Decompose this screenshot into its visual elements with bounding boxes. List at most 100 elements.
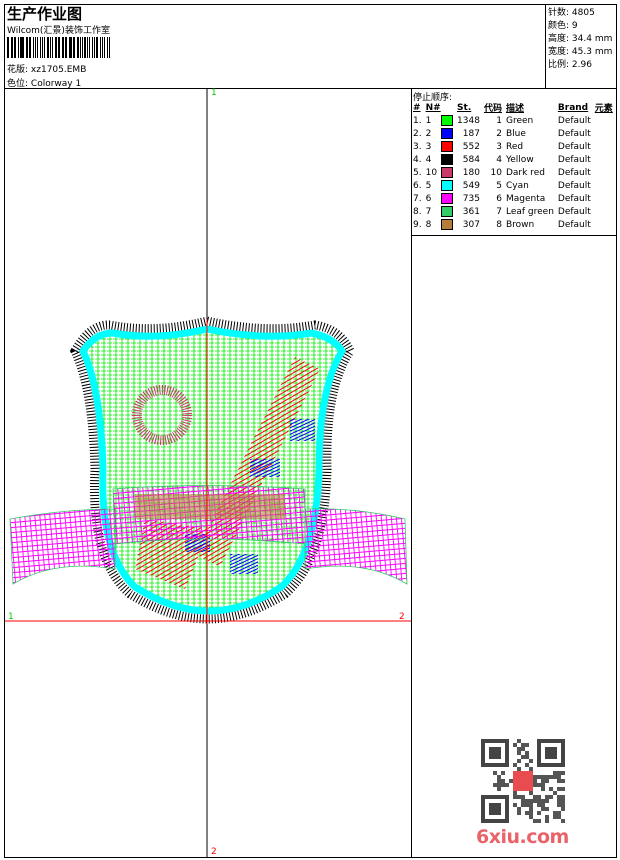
column-header: St. — [457, 102, 472, 113]
qr-code — [481, 739, 565, 823]
brand: Default — [557, 128, 591, 139]
barcode-bar — [57, 37, 59, 58]
info-label: 高度: — [548, 34, 570, 44]
barcode-bar — [64, 37, 66, 58]
column-header: 元素 — [594, 104, 613, 114]
needle-number: 4 — [425, 154, 432, 165]
row-index: 1. — [413, 115, 422, 126]
info-value: 34.4 mm — [571, 34, 613, 44]
stitch-count: 307 — [462, 219, 480, 230]
brand: Default — [557, 115, 591, 126]
info-row: 比例: 2.96 — [548, 57, 592, 70]
design-canvas — [5, 89, 411, 857]
color-swatch-cell — [440, 140, 456, 153]
info-row: 颜色: 9 — [548, 18, 578, 31]
brand: Default — [557, 193, 591, 204]
color-code: 5 — [496, 180, 502, 191]
color-code: 2 — [496, 128, 502, 139]
barcode-bar — [100, 37, 101, 58]
color-description: Red — [505, 141, 524, 152]
row-index: 8. — [413, 206, 422, 217]
barcode-bar — [69, 37, 72, 58]
table-row: 5. 10 180 10 Dark red Default — [412, 166, 616, 179]
stitch-count: 361 — [462, 206, 480, 217]
design-value: xz1705.EMB — [30, 65, 87, 75]
watermark-logo: 6xiu.com — [476, 826, 569, 848]
brand: Default — [557, 206, 591, 217]
stitch-count: 735 — [462, 193, 480, 204]
stitch-count: 1348 — [457, 115, 480, 126]
stitch-count: 584 — [462, 154, 480, 165]
barcode-bar — [59, 37, 61, 58]
color-table: # N# St. 代码 描述 Brand 元素 1. 1 1348 1 Green Default 2.… — [412, 101, 616, 231]
info-value: 9 — [571, 21, 578, 31]
marker-bottom: 2 — [211, 847, 217, 857]
brand: Default — [557, 141, 591, 152]
barcode-bar — [62, 37, 64, 58]
color-swatch — [441, 206, 454, 217]
barcode-bar — [50, 37, 52, 58]
info-row: 宽度: 45.3 mm — [548, 44, 612, 57]
needle-number: 2 — [425, 128, 432, 139]
barcode-bar — [86, 37, 88, 58]
color-swatch — [441, 219, 454, 230]
brand: Default — [557, 219, 591, 230]
table-row: 7. 6 735 6 Magenta Default — [412, 192, 616, 205]
barcode-bar — [25, 37, 27, 58]
color-code: 6 — [496, 193, 502, 204]
needle-number: 10 — [425, 167, 438, 178]
barcode-bar — [79, 37, 81, 58]
column-header: N# — [425, 102, 441, 113]
barcode-bar — [14, 37, 16, 58]
table-row: 2. 2 187 2 Blue Default — [412, 127, 616, 140]
barcode-bar — [74, 37, 76, 58]
color-description: Cyan — [505, 180, 529, 191]
needle-number: 6 — [425, 193, 432, 204]
barcode-bar — [88, 37, 91, 58]
row-index: 3. — [413, 141, 422, 152]
table-divider — [411, 235, 617, 236]
barcode-bar — [77, 37, 79, 58]
info-row: 针数: 4805 — [548, 5, 595, 18]
marker-top: 1 — [211, 88, 217, 98]
column-header: Brand — [557, 102, 589, 113]
info-label: 比例: — [548, 60, 570, 70]
info-value: 4805 — [571, 8, 595, 18]
color-code: 4 — [496, 154, 502, 165]
barcode-bar — [37, 37, 38, 58]
design-label: 花版: — [7, 65, 29, 75]
table-row: 9. 8 307 8 Brown Default — [412, 218, 616, 231]
color-swatch-cell — [440, 127, 456, 140]
table-row: 8. 7 361 7 Leaf green Default — [412, 205, 616, 218]
colorway: 色位: Colorway 1 — [7, 76, 81, 89]
barcode-bar — [101, 37, 103, 58]
barcode-bar — [7, 37, 9, 58]
table-row: 3. 3 552 3 Red Default — [412, 140, 616, 153]
barcode-bar — [10, 37, 12, 58]
marker-left: 1 — [8, 612, 14, 622]
stitch-count: 552 — [462, 141, 480, 152]
row-index: 6. — [413, 180, 422, 191]
stitch-count: 549 — [462, 180, 480, 191]
color-description: Brown — [505, 219, 535, 230]
color-description: Leaf green — [505, 206, 554, 217]
row-index: 7. — [413, 193, 422, 204]
brand: Default — [557, 180, 591, 191]
color-swatch — [441, 193, 454, 204]
barcode-bar — [21, 37, 24, 58]
barcode-bar — [54, 37, 57, 58]
color-swatch — [441, 167, 454, 178]
row-index: 5. — [413, 167, 422, 178]
page-title: 生产作业图 — [7, 5, 83, 23]
barcode-bar — [35, 37, 37, 58]
color-code: 1 — [496, 115, 502, 126]
barcode — [7, 37, 111, 58]
color-swatch — [441, 128, 454, 139]
barcode-bar — [19, 37, 21, 58]
row-index: 2. — [413, 128, 422, 139]
brand: Default — [557, 154, 591, 165]
color-swatch — [441, 154, 454, 165]
colorway-label: 色位: — [7, 79, 29, 89]
table-row: 4. 4 584 4 Yellow Default — [412, 153, 616, 166]
needle-number: 5 — [425, 180, 432, 191]
